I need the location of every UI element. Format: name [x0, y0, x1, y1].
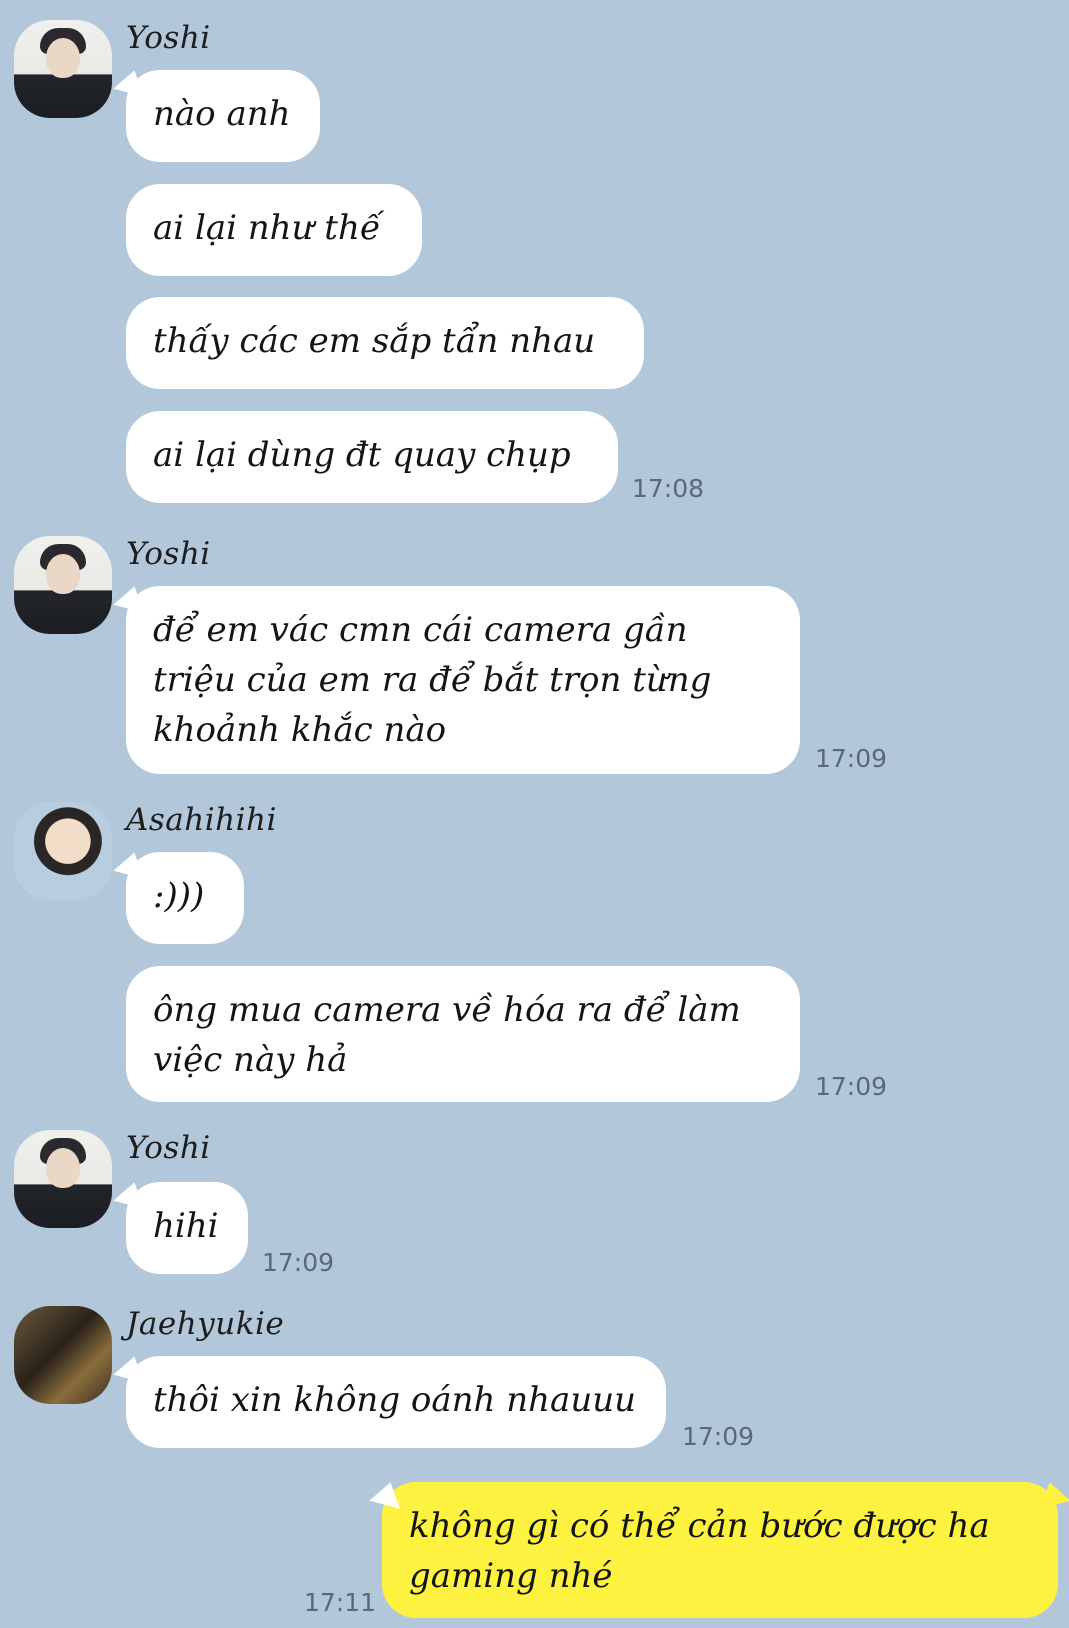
sender-name: Asahihihi: [126, 802, 277, 838]
my-message-bubble[interactable]: không gì có thể cản bước được ha gaming …: [382, 1482, 1058, 1618]
avatar-yoshi[interactable]: [14, 1130, 112, 1228]
message-bubble[interactable]: nào anh: [126, 70, 320, 162]
message-bubble[interactable]: :))): [126, 852, 244, 944]
message-bubble[interactable]: hihi: [126, 1182, 248, 1274]
sender-name: Yoshi: [126, 536, 211, 572]
message-time: 17:09: [815, 1072, 888, 1101]
message-bubble[interactable]: ai lại như thế: [126, 184, 422, 276]
avatar-yoshi[interactable]: [14, 20, 112, 118]
message-time: 17:09: [682, 1422, 755, 1451]
sender-name: Yoshi: [126, 20, 211, 56]
avatar-yoshi[interactable]: [14, 536, 112, 634]
sender-name: Jaehyukie: [126, 1306, 285, 1342]
avatar-asahihihi[interactable]: [14, 802, 112, 900]
sender-name: Yoshi: [126, 1130, 211, 1166]
message-bubble[interactable]: ông mua camera về hóa ra để làm việc này…: [126, 966, 800, 1102]
message-bubble[interactable]: để em vác cmn cái camera gần triệu của e…: [126, 586, 800, 774]
message-bubble[interactable]: ai lại dùng đt quay chụp: [126, 411, 618, 503]
message-time-mine: 17:11: [304, 1588, 377, 1617]
message-bubble[interactable]: thôi xin không oánh nhauuu: [126, 1356, 666, 1448]
message-time: 17:08: [632, 474, 705, 503]
avatar-jaehyukie[interactable]: [14, 1306, 112, 1404]
message-time: 17:09: [815, 744, 888, 773]
message-bubble[interactable]: thấy các em sắp tẩn nhau: [126, 297, 644, 389]
message-time: 17:09: [262, 1248, 335, 1277]
